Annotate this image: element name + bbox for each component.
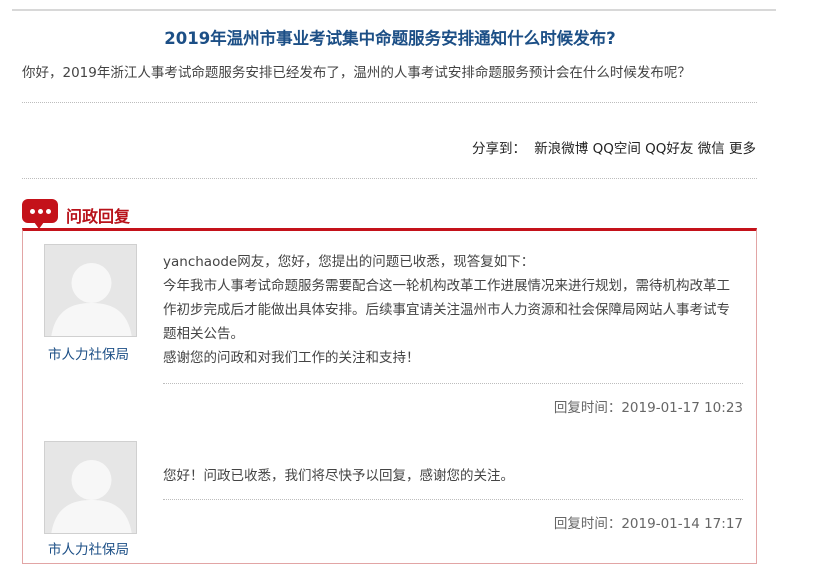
reply-content: 您好！问政已收悉，我们将尽快予以回复，感谢您的关注。 (163, 464, 733, 488)
reply-section-title: 问政回复 (66, 207, 131, 226)
reply-time: 回复时间：2019-01-14 17:17 (553, 516, 743, 532)
share-wechat-link[interactable]: 微信 (698, 141, 725, 157)
reply-line: 您好！问政已收悉，我们将尽快予以回复，感谢您的关注。 (163, 468, 514, 484)
question-body: 你好，2019年浙江人事考试命题服务安排已经发布了，温州的人事考试安排命题服务预… (22, 65, 691, 81)
divider (163, 499, 743, 500)
share-more-link[interactable]: 更多 (729, 141, 756, 157)
reply-line: 今年我市人事考试命题服务需要配合这一轮机构改革工作进展情况来进行规划，需待机构改… (163, 278, 730, 342)
reply-author: 市人力社保局 (48, 347, 129, 363)
avatar-placeholder-icon (44, 441, 137, 534)
reply-author: 市人力社保局 (48, 542, 129, 558)
avatar-placeholder-icon (44, 244, 137, 337)
share-label: 分享到： (471, 141, 526, 157)
reply-line: 感谢您的问政和对我们工作的关注和支持！ (163, 350, 420, 366)
divider (22, 178, 757, 179)
share-qzone-link[interactable]: QQ空间 (593, 141, 641, 157)
divider (22, 102, 757, 103)
chat-bubble-icon (22, 199, 58, 229)
question-title: 2019年温州市事业考试集中命题服务安排通知什么时候发布? (164, 29, 616, 48)
share-qq-link[interactable]: QQ好友 (645, 141, 693, 157)
divider (163, 383, 743, 384)
top-divider (12, 9, 776, 11)
reply-time: 回复时间：2019-01-17 10:23 (553, 400, 743, 416)
reply-content: yanchaode网友，您好，您提出的问题已收悉，现答复如下： 今年我市人事考试… (163, 250, 733, 370)
share-bar: 分享到： 新浪微博 QQ空间 QQ好友 微信 更多 (472, 137, 756, 157)
share-weibo-link[interactable]: 新浪微博 (534, 141, 588, 157)
reply-line: yanchaode网友，您好，您提出的问题已收悉，现答复如下： (163, 254, 535, 270)
